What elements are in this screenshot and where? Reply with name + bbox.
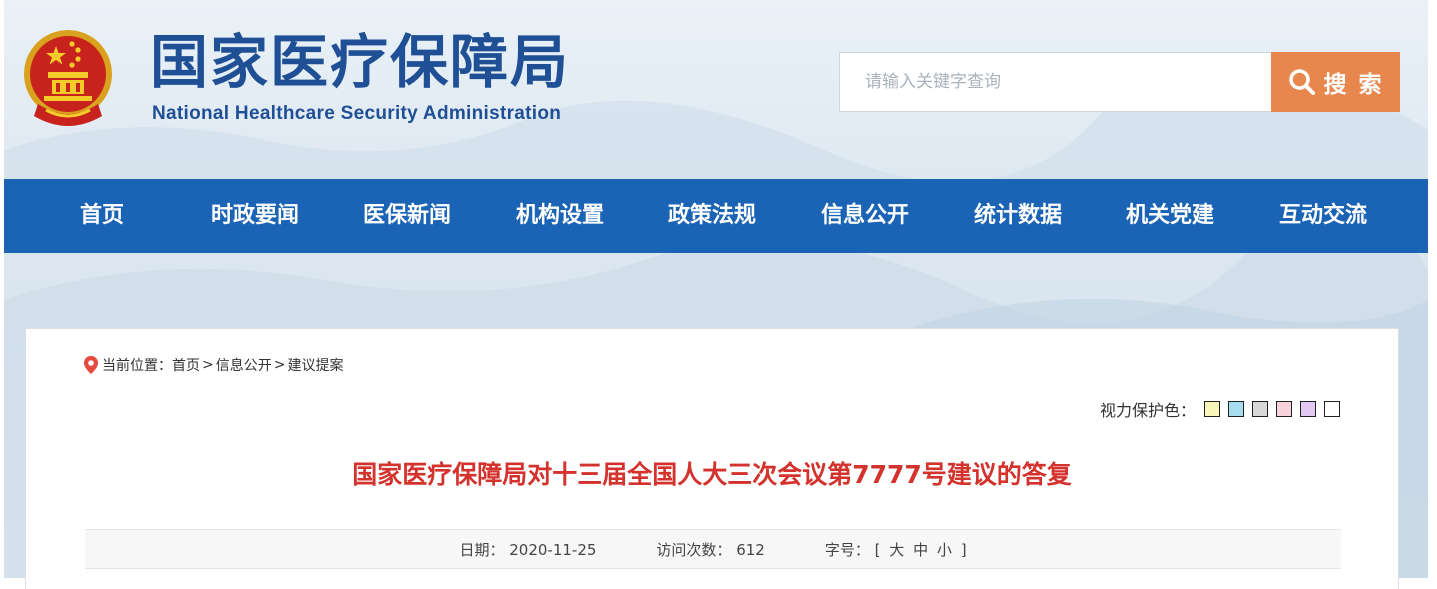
date-value: 2020-11-25 [509,540,597,559]
site-logo-chinese: 国家医疗保障局 [150,28,571,96]
national-emblem-logo [24,30,112,126]
color-swatch-gray[interactable] [1252,401,1268,417]
nav-item-interaction[interactable]: 互动交流 [1253,179,1393,253]
font-size-label: 字号： [824,540,870,559]
nav-item-info-disclosure[interactable]: 信息公开 [795,179,935,253]
article-title: 国家医疗保障局对十三届全国人大三次会议第7777号建议的答复 [352,460,1072,489]
site-logo-english: National Healthcare Security Administrat… [152,103,562,124]
nav-item-statistics[interactable]: 统计数据 [948,179,1088,253]
color-swatch-yellow[interactable] [1204,401,1220,417]
content-card: 当前位置： 首页 > 信息公开 > 建议提案 视力保护色： 国家医疗保障局对十三… [25,328,1399,589]
eye-protection-colors: 视力保护色： [1100,397,1340,421]
search-button[interactable]: 搜 索 [1271,52,1400,112]
article-meta-bar: 日期： 2020-11-25 访问次数： 612 字号： [ 大 中 小 ] [85,529,1341,569]
font-size-bracket-open: [ [874,540,881,559]
main-nav: 首页 时政要闻 医保新闻 机构设置 政策法规 信息公开 统计数据 机关党建 互动… [4,179,1428,253]
search-input[interactable] [839,52,1273,112]
font-size-medium-button[interactable]: 中 [913,541,928,559]
article-date: 日期： 2020-11-25 [459,539,596,560]
color-swatch-purple[interactable] [1300,401,1316,417]
font-size-controls: 字号： [ 大 中 小 ] [825,539,967,560]
eye-protection-label: 视力保护色： [1099,401,1196,420]
nav-item-politics-news[interactable]: 时政要闻 [185,179,325,253]
color-swatch-blue[interactable] [1228,401,1244,417]
font-size-bracket-close: ] [960,540,967,559]
article-visits: 访问次数： 612 [656,539,764,560]
color-swatch-white[interactable] [1324,401,1340,417]
breadcrumb-separator: > [202,357,214,373]
visits-label: 访问次数： [656,540,732,559]
search-icon [1289,69,1316,95]
breadcrumb-link-home[interactable]: 首页 [172,355,200,375]
breadcrumb-prefix: 当前位置： [102,358,172,374]
nav-item-organization[interactable]: 机构设置 [490,179,630,253]
breadcrumb: 当前位置： 首页 > 信息公开 > 建议提案 [84,355,343,375]
font-size-large-button[interactable]: 大 [889,541,904,559]
font-size-small-button[interactable]: 小 [937,541,952,559]
date-label: 日期： [459,540,505,559]
breadcrumb-link-info-disclosure[interactable]: 信息公开 [216,355,272,375]
visits-value: 612 [736,540,765,559]
breadcrumb-link-proposals[interactable]: 建议提案 [287,355,343,375]
nav-item-home[interactable]: 首页 [32,179,172,253]
search-button-label: 搜 索 [1323,72,1384,98]
breadcrumb-separator: > [273,357,286,373]
nav-item-party-building[interactable]: 机关党建 [1100,179,1240,253]
color-swatch-pink[interactable] [1276,401,1292,417]
nav-item-policy[interactable]: 政策法规 [642,179,782,253]
location-pin-icon [84,356,98,374]
nav-item-medical-news[interactable]: 医保新闻 [337,179,477,253]
